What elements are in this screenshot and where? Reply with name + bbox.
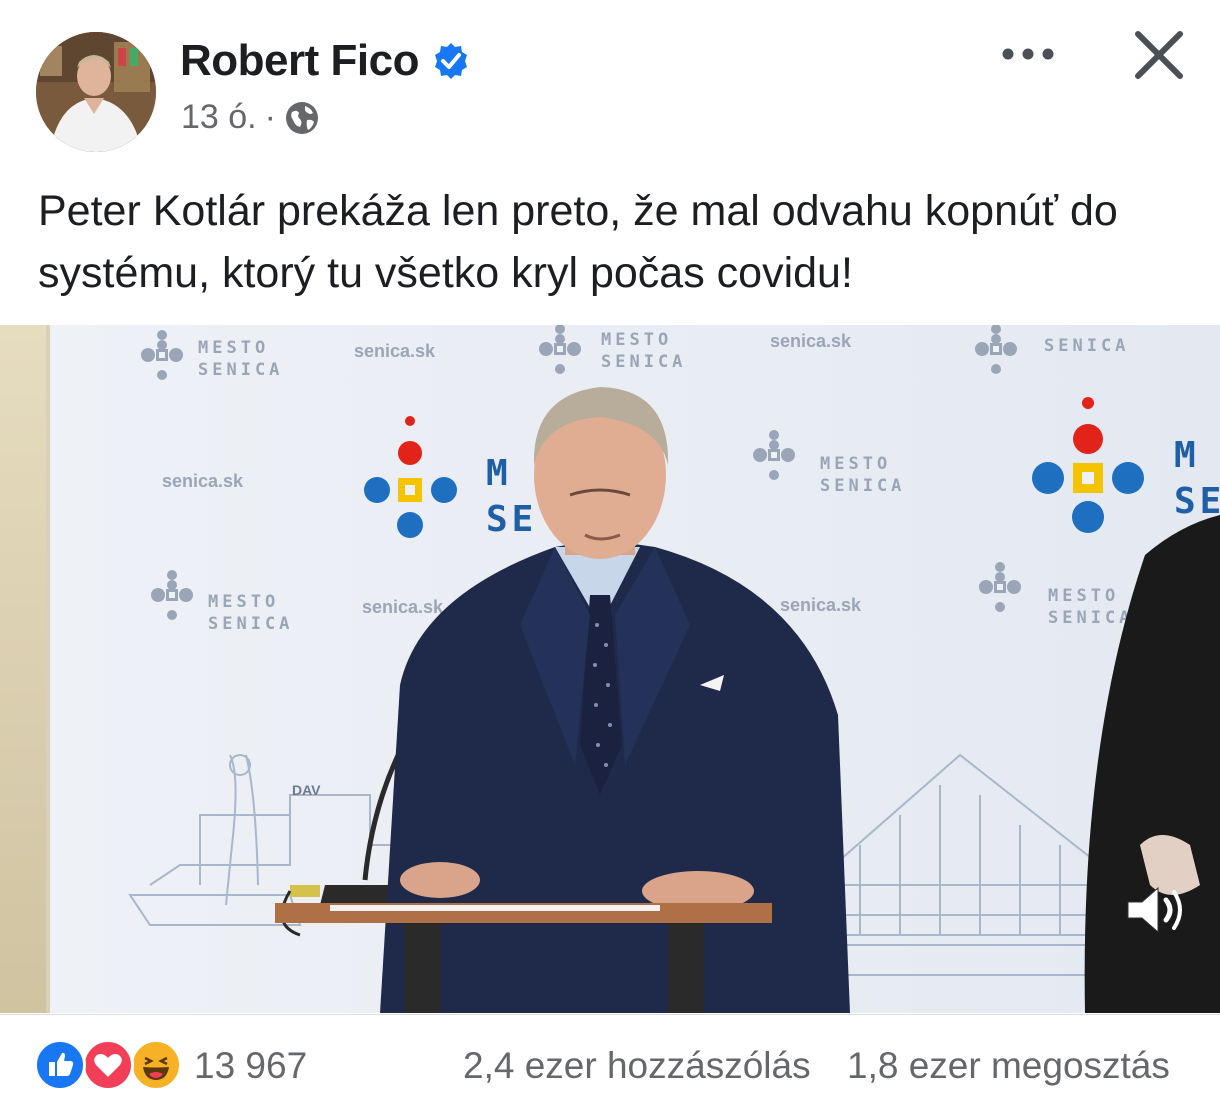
globe-icon bbox=[284, 100, 320, 136]
verified-badge-icon bbox=[431, 41, 471, 81]
post-text: Peter Kotlár prekáža len preto, že mal o… bbox=[38, 187, 1118, 297]
reaction-count[interactable]: 13 967 bbox=[194, 1045, 307, 1087]
like-icon bbox=[34, 1039, 86, 1091]
senica-logo-large-right bbox=[1032, 397, 1144, 533]
post-timestamp[interactable]: 13 ó. bbox=[181, 98, 257, 137]
speaker-icon[interactable] bbox=[1122, 880, 1186, 940]
senica-logo-large bbox=[364, 416, 457, 538]
haha-icon bbox=[130, 1039, 182, 1091]
love-icon bbox=[82, 1039, 134, 1091]
meta-separator: · bbox=[264, 98, 276, 136]
shares-link[interactable]: 1,8 ezer megosztás bbox=[847, 1045, 1170, 1087]
comments-link[interactable]: 2,4 ezer hozzászólás bbox=[463, 1045, 811, 1087]
more-options-icon[interactable] bbox=[996, 34, 1060, 74]
post-footer: 13 967 2,4 ezer hozzászólás 1,8 ezer meg… bbox=[0, 1014, 1220, 1114]
video-player[interactable]: MESTO SENICA MESTO SENICA SENICA MESTO S… bbox=[0, 325, 1220, 1013]
reactions-summary[interactable] bbox=[34, 1039, 184, 1093]
building-sign: DAV bbox=[292, 782, 321, 798]
close-icon[interactable] bbox=[1130, 26, 1188, 84]
author-avatar[interactable] bbox=[36, 32, 156, 152]
video-foreground: DAV bbox=[128, 387, 1220, 1013]
author-name[interactable]: Robert Fico bbox=[180, 36, 419, 86]
post-header: Robert Fico 13 ó. · bbox=[0, 0, 1220, 160]
